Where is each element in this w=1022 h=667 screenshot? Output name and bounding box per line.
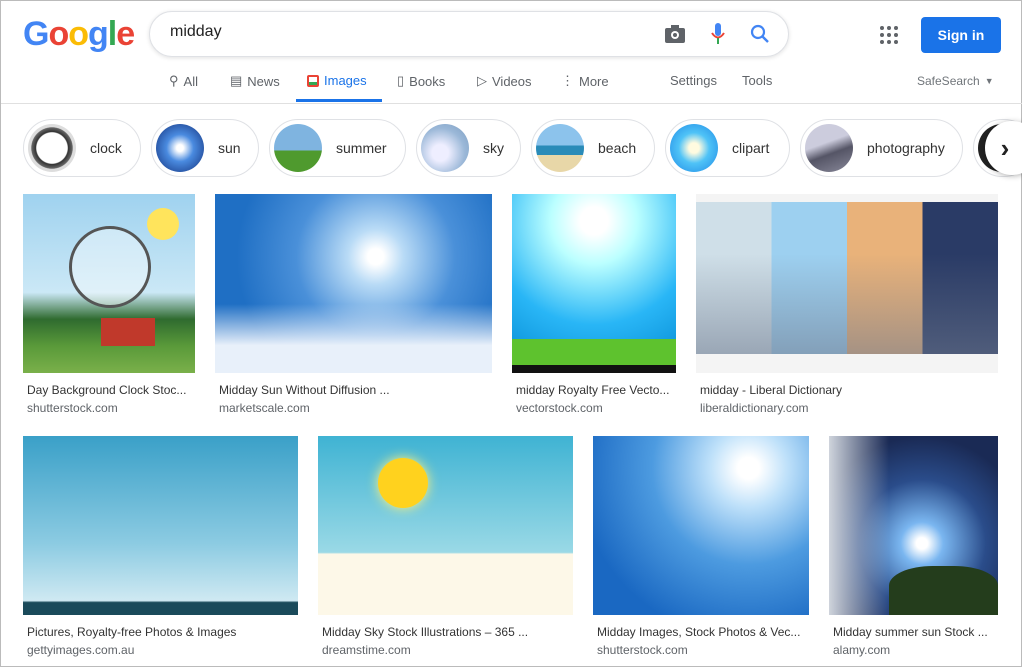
result-title[interactable]: Midday summer sun Stock ...	[833, 625, 988, 639]
result-source: dreamstime.com	[322, 643, 411, 657]
tab-books[interactable]: ▯ Books	[397, 73, 445, 89]
result-image[interactable]	[593, 436, 809, 615]
book-icon: ▯	[397, 73, 405, 88]
tab-label: Videos	[492, 73, 532, 89]
video-icon: ▷	[477, 73, 487, 88]
chevron-right-icon: ›	[1000, 132, 1010, 163]
camera-icon[interactable]	[664, 24, 686, 44]
result-title[interactable]: Midday Sun Without Diffusion ...	[219, 383, 390, 397]
chip-thumbnail	[421, 124, 469, 172]
result-source: shutterstock.com	[597, 643, 688, 657]
microphone-icon[interactable]	[710, 22, 726, 46]
result-source: gettyimages.com.au	[27, 643, 135, 657]
result-image[interactable]	[23, 436, 298, 615]
chip-label: sky	[483, 140, 504, 156]
result-title[interactable]: Pictures, Royalty-free Photos & Images	[27, 625, 236, 639]
google-logo[interactable]: Google	[23, 15, 135, 54]
search-input[interactable]	[170, 23, 650, 41]
result-image[interactable]	[23, 194, 195, 373]
chip-label: photography	[867, 140, 945, 156]
chip-thumbnail	[274, 124, 322, 172]
result-title[interactable]: Day Background Clock Stoc...	[27, 383, 186, 397]
result-image[interactable]	[215, 194, 492, 373]
chip-thumbnail	[536, 124, 584, 172]
chip-thumbnail	[28, 124, 76, 172]
chip-clipart[interactable]: clipart	[665, 119, 790, 177]
apps-grid-icon[interactable]	[879, 25, 899, 45]
chip-label: summer	[336, 140, 387, 156]
result-title[interactable]: Midday Images, Stock Photos & Vec...	[597, 625, 800, 639]
chip-thumbnail	[805, 124, 853, 172]
tab-label: Books	[409, 73, 446, 89]
safesearch-menu[interactable]: SafeSearch ▼	[917, 74, 994, 88]
tab-all[interactable]: ⚲ All	[169, 73, 198, 89]
tab-videos[interactable]: ▷ Videos	[477, 73, 532, 89]
result-image[interactable]	[318, 436, 573, 615]
chip-summer[interactable]: summer	[269, 119, 406, 177]
chip-sun[interactable]: sun	[151, 119, 259, 177]
chip-thumbnail	[670, 124, 718, 172]
result-source: shutterstock.com	[27, 401, 118, 415]
news-icon: ▤	[230, 73, 243, 88]
chip-beach[interactable]: beach	[531, 119, 655, 177]
more-vert-icon: ⋮	[561, 73, 574, 88]
dropdown-arrow-icon: ▼	[984, 76, 994, 86]
search-icon: ⚲	[169, 73, 179, 88]
result-source: vectorstock.com	[516, 401, 603, 415]
result-title[interactable]: midday - Liberal Dictionary	[700, 383, 842, 397]
tab-label: Images	[324, 73, 367, 88]
active-tab-indicator	[296, 99, 382, 102]
chip-sky[interactable]: sky	[416, 119, 521, 177]
result-source: marketscale.com	[219, 401, 310, 415]
sign-in-button[interactable]: Sign in	[921, 17, 1001, 53]
tab-label: All	[183, 73, 198, 89]
settings-link[interactable]: Settings	[670, 73, 717, 88]
chip-label: clipart	[732, 140, 770, 156]
tab-news[interactable]: ▤ News	[230, 73, 280, 89]
result-image[interactable]	[512, 194, 676, 373]
search-icon[interactable]	[750, 24, 770, 44]
chip-clock[interactable]: clock	[23, 119, 141, 177]
chip-thumbnail	[156, 124, 204, 172]
tab-more[interactable]: ⋮ More	[561, 73, 609, 89]
result-image[interactable]	[829, 436, 998, 615]
result-title[interactable]: Midday Sky Stock Illustrations – 365 ...	[322, 625, 528, 639]
chip-photography[interactable]: photography	[800, 119, 963, 177]
image-icon	[307, 74, 319, 87]
tools-link[interactable]: Tools	[742, 73, 772, 88]
chip-label: sun	[218, 140, 241, 156]
result-image[interactable]	[696, 194, 998, 373]
tab-label: News	[247, 73, 280, 89]
chip-label: beach	[598, 140, 637, 156]
tab-images[interactable]: Images	[307, 73, 367, 88]
result-title[interactable]: midday Royalty Free Vecto...	[516, 383, 669, 397]
safesearch-label: SafeSearch	[917, 74, 980, 88]
tab-label: More	[579, 73, 609, 89]
chip-label: clock	[90, 140, 122, 156]
result-source: alamy.com	[833, 643, 891, 657]
result-source: liberaldictionary.com	[700, 401, 809, 415]
search-box	[149, 11, 789, 57]
header-divider	[1, 103, 1022, 104]
